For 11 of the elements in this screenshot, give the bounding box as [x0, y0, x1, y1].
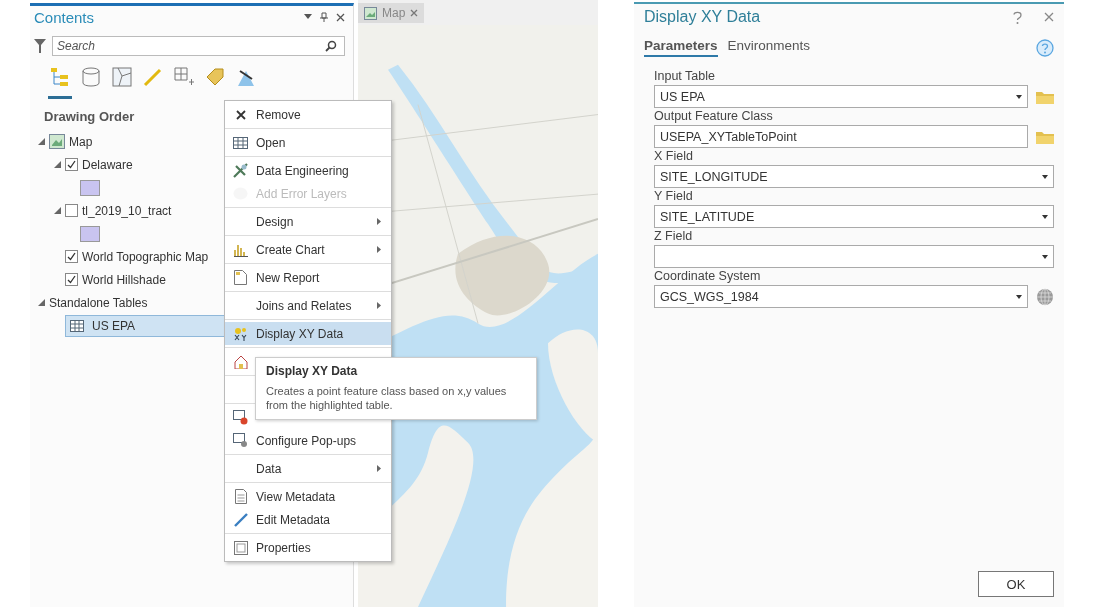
field-label: Coordinate System [654, 269, 762, 283]
field-label: Y Field [654, 189, 694, 203]
section-heading: Drawing Order [44, 109, 135, 124]
field-label: Z Field [654, 229, 694, 243]
tooltip-title: Display XY Data [266, 364, 359, 378]
field-label: X Field [654, 149, 694, 163]
dialog-title: Display XY Data [644, 8, 762, 26]
panel-title: Contents [34, 8, 96, 26]
field-label: Input Table [654, 69, 716, 83]
field-label: Output Feature Class [654, 109, 774, 123]
tooltip-text: Creates a point feature class based on x,y values from the highlighted table. [266, 384, 508, 413]
